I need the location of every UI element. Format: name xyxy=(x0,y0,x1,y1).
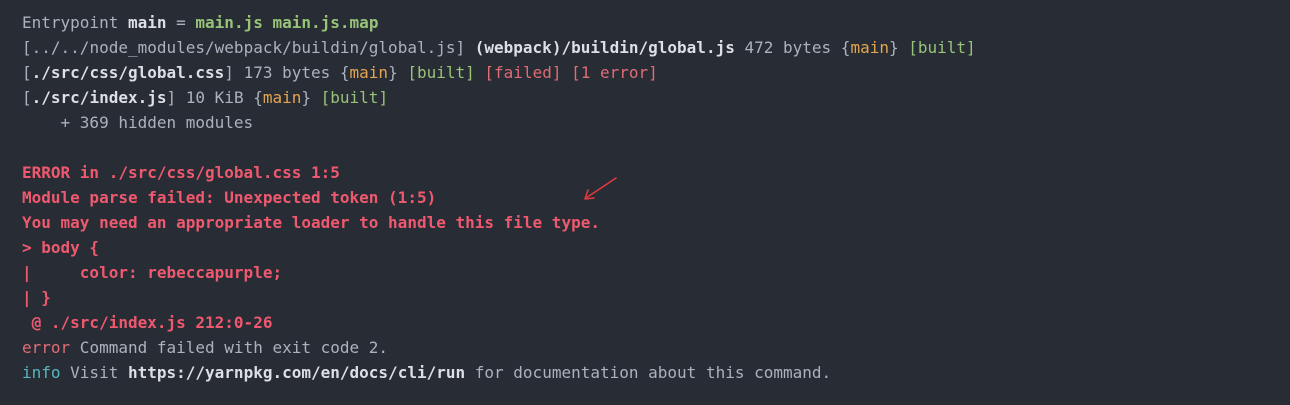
module-brace: } xyxy=(301,88,321,107)
entrypoint-prefix: Entrypoint xyxy=(22,13,128,32)
error-code-line-2: | color: rebeccapurple; xyxy=(22,263,283,282)
module-chunk: main xyxy=(349,63,389,82)
module-bracket-close: ] xyxy=(224,63,234,82)
info-text-suffix: for documentation about this command. xyxy=(465,363,832,382)
info-text-prefix: Visit xyxy=(60,363,128,382)
hidden-modules-line: + 369 hidden modules xyxy=(22,113,254,132)
module-status-built: [built] xyxy=(407,63,475,82)
error-message: Module parse failed: Unexpected token (1… xyxy=(22,188,437,207)
module-status-built: [built] xyxy=(908,38,976,57)
module-spacer xyxy=(475,63,485,82)
error-hint: You may need an appropriate loader to ha… xyxy=(22,213,600,232)
module-bracket-open: [ xyxy=(22,63,32,82)
docs-link[interactable]: https://yarnpkg.com/en/docs/cli/run xyxy=(128,363,465,382)
module-brace: } xyxy=(888,38,909,57)
module-path: ../../node_modules/webpack/buildin/globa… xyxy=(31,38,456,57)
module-size: 173 bytes { xyxy=(233,63,350,82)
error-tag: error xyxy=(22,338,71,357)
module-line-global-js: [../../node_modules/webpack/buildin/glob… xyxy=(22,35,1280,60)
module-bracket-close: ] xyxy=(455,38,475,57)
module-chunk: main xyxy=(850,38,889,57)
entrypoint-line: Entrypoint main = main.js main.js.map xyxy=(22,10,1280,35)
error-origin: @ ./src/index.js 212:0-26 xyxy=(22,313,273,332)
entrypoint-name: main xyxy=(127,13,167,32)
module-bracket-open: [ xyxy=(22,88,32,107)
entrypoint-file-main-js-map: main.js.map xyxy=(272,13,379,32)
module-size: 472 bytes { xyxy=(734,38,851,57)
module-size: 10 KiB { xyxy=(176,88,263,107)
module-chunk: main xyxy=(262,88,302,107)
module-line-index-js: [./src/index.js] 10 KiB {main} [built] xyxy=(22,85,1280,110)
entrypoint-file-main-js: main.js xyxy=(195,13,263,32)
red-arrow-icon xyxy=(584,177,617,200)
error-code-line-1: > body { xyxy=(22,238,100,257)
entrypoint-equals: = xyxy=(166,13,196,32)
module-status-built: [built] xyxy=(320,88,389,107)
module-status-failed: [failed] xyxy=(484,63,562,82)
module-bracket-open: [ xyxy=(22,38,32,57)
info-tag: info xyxy=(22,363,61,382)
module-resolved-path: (webpack)/buildin/global.js xyxy=(474,38,735,57)
error-text: Command failed with exit code 2. xyxy=(70,338,389,357)
error-heading: ERROR in ./src/css/global.css 1:5 xyxy=(22,163,340,182)
module-spacer xyxy=(561,63,571,82)
module-line-global-css: [./src/css/global.css] 173 bytes {main} … xyxy=(22,60,1280,85)
module-bracket-close: ] xyxy=(166,88,177,107)
module-error-count: [1 error] xyxy=(571,63,658,82)
terminal-output: Entrypoint main = main.js main.js.map [.… xyxy=(22,10,1280,385)
yarn-error-line: error Command failed with exit code 2. xyxy=(22,335,1280,360)
module-path: ./src/css/global.css xyxy=(31,63,225,82)
module-path: ./src/index.js xyxy=(31,88,167,107)
yarn-info-line: info Visit https://yarnpkg.com/en/docs/c… xyxy=(22,360,1280,385)
module-brace: } xyxy=(388,63,408,82)
error-code-line-3: | } xyxy=(22,288,51,307)
